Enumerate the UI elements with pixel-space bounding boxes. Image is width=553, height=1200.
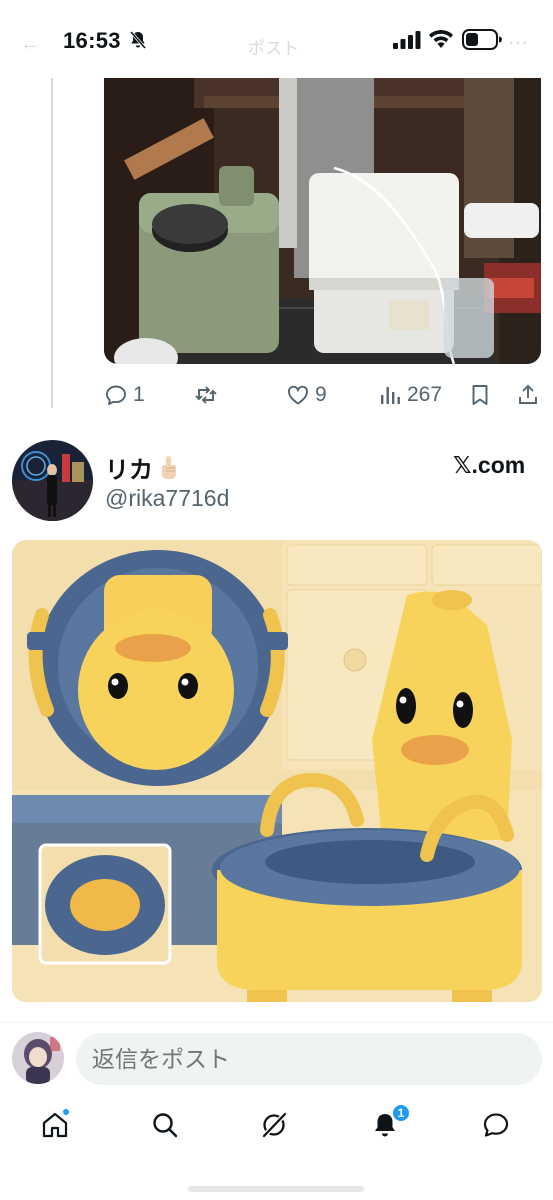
reply-icon (106, 385, 126, 405)
display-name[interactable]: リカ (105, 450, 181, 485)
status-time: 16:53 (63, 28, 121, 53)
wifi-icon (429, 30, 453, 48)
avatar[interactable] (12, 440, 93, 521)
share-icon (519, 384, 537, 404)
bottom-nav: 1 (0, 1100, 553, 1160)
cellular-signal-icon (393, 31, 421, 49)
tweet-photo-duck-potty[interactable] (12, 540, 542, 1002)
more-icon[interactable]: ⋯ (508, 30, 528, 55)
tweet-photo-storage[interactable] (104, 78, 541, 364)
my-avatar[interactable] (12, 1032, 64, 1084)
retweet-icon (195, 386, 217, 404)
chat-bubble-icon (483, 1113, 509, 1137)
xcom-link[interactable]: 𝕏.com (453, 452, 525, 479)
search-icon (153, 1113, 178, 1138)
bookmark-button[interactable] (468, 380, 492, 410)
faded-header-title: ポスト (248, 39, 299, 58)
views-chart-icon (381, 387, 400, 404)
duck-potty-photo-icon (12, 540, 542, 1002)
battery-icon (462, 29, 502, 50)
view-count: 267 (407, 383, 443, 406)
bookmark-icon (472, 385, 488, 405)
nav-search[interactable] (150, 1110, 184, 1144)
user-handle[interactable]: @rika7716d (105, 485, 229, 512)
back-arrow-icon[interactable]: ← (20, 33, 40, 56)
like-button[interactable]: 9 (286, 380, 327, 410)
like-count: 9 (315, 383, 327, 406)
home-new-dot (62, 1108, 70, 1116)
nav-notifications[interactable]: 1 (370, 1104, 410, 1144)
my-avatar-icon (12, 1032, 64, 1084)
notification-badge: 1 (392, 1104, 410, 1122)
heart-icon (288, 385, 308, 405)
nav-messages[interactable] (481, 1110, 515, 1144)
reply-count: 1 (133, 383, 145, 406)
storage-photo-icon (104, 78, 541, 364)
reply-input[interactable] (76, 1033, 542, 1085)
nav-grok[interactable] (259, 1110, 293, 1144)
reply-button[interactable]: 1 (104, 380, 145, 410)
display-name-text: リカ (105, 457, 153, 484)
status-bar: ← 16:53 ポスト ⋯ (0, 0, 553, 78)
retweet-button[interactable] (194, 380, 223, 410)
home-indicator (188, 1186, 364, 1192)
thread-connector-line (51, 78, 53, 408)
nav-home[interactable] (40, 1108, 74, 1144)
bell-muted-icon (129, 31, 147, 49)
grok-icon (262, 1112, 287, 1138)
pointing-up-hand-icon (162, 455, 176, 479)
views-button[interactable]: 267 (378, 380, 442, 410)
user-avatar-icon (12, 440, 93, 521)
tweet-action-bar: 1 9 267 (104, 380, 544, 410)
share-button[interactable] (516, 380, 540, 410)
reply-divider (0, 1022, 553, 1023)
